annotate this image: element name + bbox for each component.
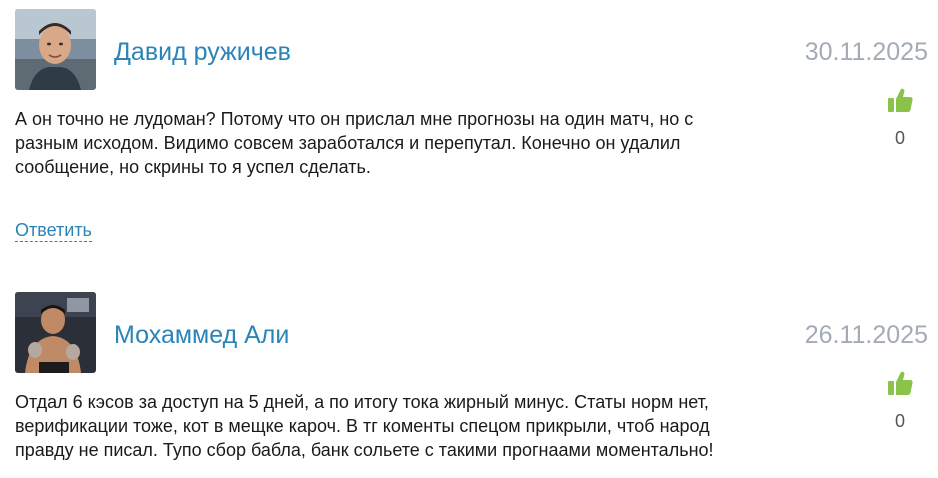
reply-link[interactable]: Ответить bbox=[15, 219, 92, 242]
like-button[interactable] bbox=[886, 369, 914, 397]
avatar-photo bbox=[15, 292, 96, 373]
thumbs-up-icon bbox=[888, 88, 913, 112]
like-count: 0 bbox=[894, 411, 905, 431]
avatar[interactable] bbox=[15, 9, 96, 90]
comment-author[interactable]: Давид ружичев bbox=[114, 37, 291, 67]
like-block: 0 bbox=[870, 369, 930, 432]
thumbs-up-icon bbox=[888, 371, 913, 395]
comment-date: 26.11.2025 bbox=[804, 321, 928, 349]
comment-date: 30.11.2025 bbox=[804, 38, 928, 66]
comment-author[interactable]: Мохаммед Али bbox=[114, 320, 289, 350]
comment-text: А он точно не лудоман? Потому что он при… bbox=[15, 109, 694, 177]
like-block: 0 bbox=[870, 86, 930, 149]
comment-item: Мохаммед Али 26.11.2025 Отдал 6 кэсов за… bbox=[0, 283, 938, 478]
comment-item: Давид ружичев 30.11.2025 А он точно не л… bbox=[0, 0, 938, 260]
avatar[interactable] bbox=[15, 292, 96, 373]
like-count: 0 bbox=[894, 128, 905, 148]
avatar-photo bbox=[15, 9, 96, 90]
like-button[interactable] bbox=[886, 86, 914, 114]
comment-text: Отдал 6 кэсов за доступ на 5 дней, а по … bbox=[15, 392, 714, 460]
